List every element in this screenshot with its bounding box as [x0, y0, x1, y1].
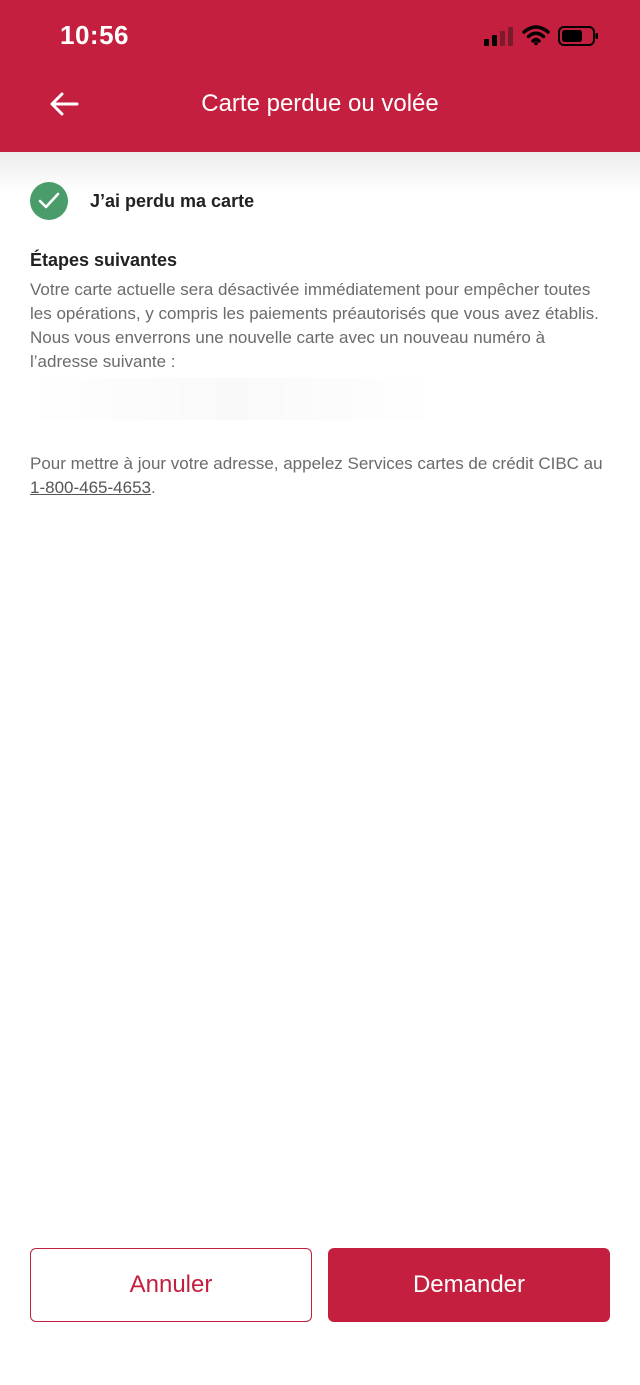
address-update-punctuation: . [150, 478, 156, 497]
address-update-text: Pour mettre à jour votre adresse, appele… [30, 454, 603, 473]
next-steps-description: Votre carte actuelle sera désactivée imm… [30, 280, 599, 371]
address-placeholder [22, 378, 442, 420]
app-header: 10:56 Carte perdue ou volée [0, 0, 640, 152]
address-update-info: Pour mettre à jour votre adresse, appele… [30, 452, 615, 500]
phone-link[interactable]: 1-800-465-4653 [30, 478, 151, 497]
selected-reason: J’ai perdu ma carte [30, 182, 254, 220]
cellular-signal-icon [484, 27, 513, 46]
reason-label: J’ai perdu ma carte [90, 190, 255, 211]
wifi-icon [522, 25, 550, 46]
battery-icon [558, 26, 598, 46]
status-time: 10:56 [60, 20, 129, 50]
page-title: Carte perdue ou volée [201, 90, 439, 117]
cancel-button[interactable]: Annuler [30, 1248, 312, 1322]
next-steps-heading: Étapes suivantes [30, 250, 178, 270]
check-circle-icon [30, 182, 68, 220]
request-button[interactable]: Demander [328, 1248, 610, 1322]
